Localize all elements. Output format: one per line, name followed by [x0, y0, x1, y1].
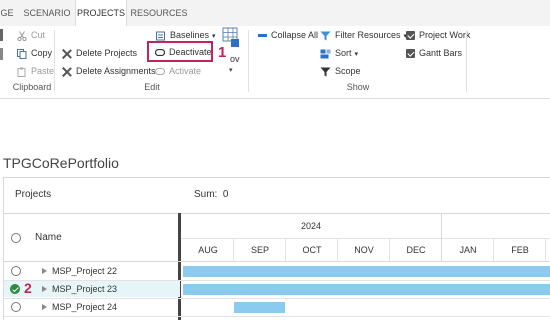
month-header: AUG [198, 245, 218, 255]
month-divider [233, 238, 234, 261]
show-group-label: Show [346, 82, 370, 92]
filter-resources-label: Filter Resources [335, 30, 401, 40]
tab-resources[interactable]: RESOURCES [128, 0, 190, 26]
copy-label: Copy [31, 48, 53, 58]
month-divider [389, 238, 390, 261]
annotation-2: 2 [24, 280, 32, 296]
page-title: TPGCoRePortfolio [3, 155, 119, 171]
collapse-icon [258, 34, 267, 38]
activate-button[interactable]: Activate [155, 64, 201, 78]
delete-x-icon [62, 49, 72, 59]
scissors-icon [17, 30, 27, 41]
cut-button[interactable]: Cut [17, 28, 45, 42]
tab-scenario[interactable]: SCENARIO [18, 0, 76, 26]
ribbon-separator [466, 30, 467, 92]
month-header: OCT [302, 245, 322, 255]
month-header: NOV [354, 245, 374, 255]
grid-header-top-line [4, 213, 550, 214]
delete-projects-button[interactable]: Delete Projects [62, 46, 137, 60]
paste-button[interactable]: Paste [17, 64, 54, 78]
chevron-down-icon: ▾ [354, 51, 359, 58]
delete-x-icon [62, 67, 72, 77]
scope-label: Scope [335, 66, 361, 76]
collapse-all-button[interactable]: Collapse All [258, 28, 318, 42]
cut-label: Cut [31, 30, 46, 40]
row-select-radio[interactable] [11, 302, 21, 312]
toggle-on-icon [155, 68, 165, 76]
sum-value: 0 [222, 189, 229, 200]
delete-assignments-label: Delete Assignments [76, 66, 156, 76]
ribbon-edge-icon [0, 29, 3, 41]
project-work-label: Project Work [419, 30, 471, 40]
move-grid-icon [222, 27, 239, 47]
chevron-down-icon: ▾ [212, 33, 216, 40]
month-header: JAN [459, 245, 477, 255]
activate-label: Activate [169, 66, 202, 76]
expand-arrow-icon[interactable] [42, 286, 47, 292]
gantt-bar[interactable] [234, 302, 285, 313]
expand-arrow-icon[interactable] [42, 304, 47, 310]
ribbon-separator [54, 30, 55, 92]
baselines-button[interactable]: Baselines ▾ [156, 28, 216, 42]
deactivate-highlight-box [147, 41, 213, 62]
collapse-all-label: Collapse All [271, 30, 319, 40]
copy-button[interactable]: Copy [17, 46, 52, 60]
paste-icon [17, 67, 26, 77]
project-name[interactable]: MSP_Project 23 [52, 284, 117, 294]
move-label: ove [230, 54, 240, 64]
delete-assignments-button[interactable]: Delete Assignments [62, 64, 156, 78]
sort-icon [320, 49, 331, 59]
select-all-radio[interactable] [11, 233, 21, 243]
scope-button[interactable]: Scope [320, 64, 361, 78]
year-divider-line [181, 238, 550, 239]
gantt-bars-checkbox[interactable]: Gantt Bars [406, 46, 462, 60]
checkbox-checked-icon [406, 49, 415, 59]
baselines-label: Baselines [170, 30, 210, 40]
ribbon-separator [248, 30, 249, 92]
filter-resources-button[interactable]: Filter Resources▾ [320, 28, 407, 42]
month-divider [337, 238, 338, 261]
month-divider [285, 238, 286, 261]
project-name[interactable]: MSP_Project 22 [52, 266, 117, 276]
gantt-bar[interactable] [183, 266, 550, 277]
project-name[interactable]: MSP_Project 24 [52, 302, 117, 312]
clipboard-group-label: Clipboard [12, 82, 52, 92]
month-divider [493, 238, 494, 261]
gantt-bars-label: Gantt Bars [419, 48, 463, 58]
name-column-header[interactable]: Name [35, 232, 62, 243]
expand-arrow-icon[interactable] [42, 268, 47, 274]
ribbon-edge-icon-2 [0, 48, 3, 60]
grid-header-bottom-line [4, 261, 550, 262]
projects-header-label: Projects [15, 189, 52, 200]
scope-filter-icon [320, 67, 331, 77]
chevron-down-icon: ▾ [229, 67, 233, 74]
row-select-radio[interactable] [11, 266, 21, 276]
move-button[interactable]: ove [222, 27, 240, 67]
delete-projects-label: Delete Projects [76, 48, 138, 58]
baselines-icon [156, 31, 165, 41]
gantt-bar[interactable] [183, 284, 550, 295]
tab-ge[interactable]: GE [0, 0, 14, 26]
checkbox-checked-icon [406, 31, 415, 41]
row-divider [4, 316, 550, 317]
month-header: SEP [250, 245, 269, 255]
year-header: 2024 [300, 221, 322, 231]
copy-icon [17, 48, 27, 59]
row-selected-check-icon[interactable] [10, 284, 20, 294]
tab-projects[interactable]: PROJECTS [75, 0, 127, 26]
project-work-checkbox[interactable]: Project Work [406, 28, 470, 42]
sort-label: Sort [335, 48, 352, 58]
month-header: DEC [406, 245, 426, 255]
month-divider [545, 238, 546, 261]
paste-label: Paste [31, 66, 55, 76]
month-header: FEB [511, 245, 529, 255]
sort-button[interactable]: Sort ▾ [320, 46, 358, 60]
edit-group-label: Edit [144, 82, 160, 92]
sum-label: Sum: 0 [194, 189, 229, 200]
filter-icon [320, 31, 331, 41]
